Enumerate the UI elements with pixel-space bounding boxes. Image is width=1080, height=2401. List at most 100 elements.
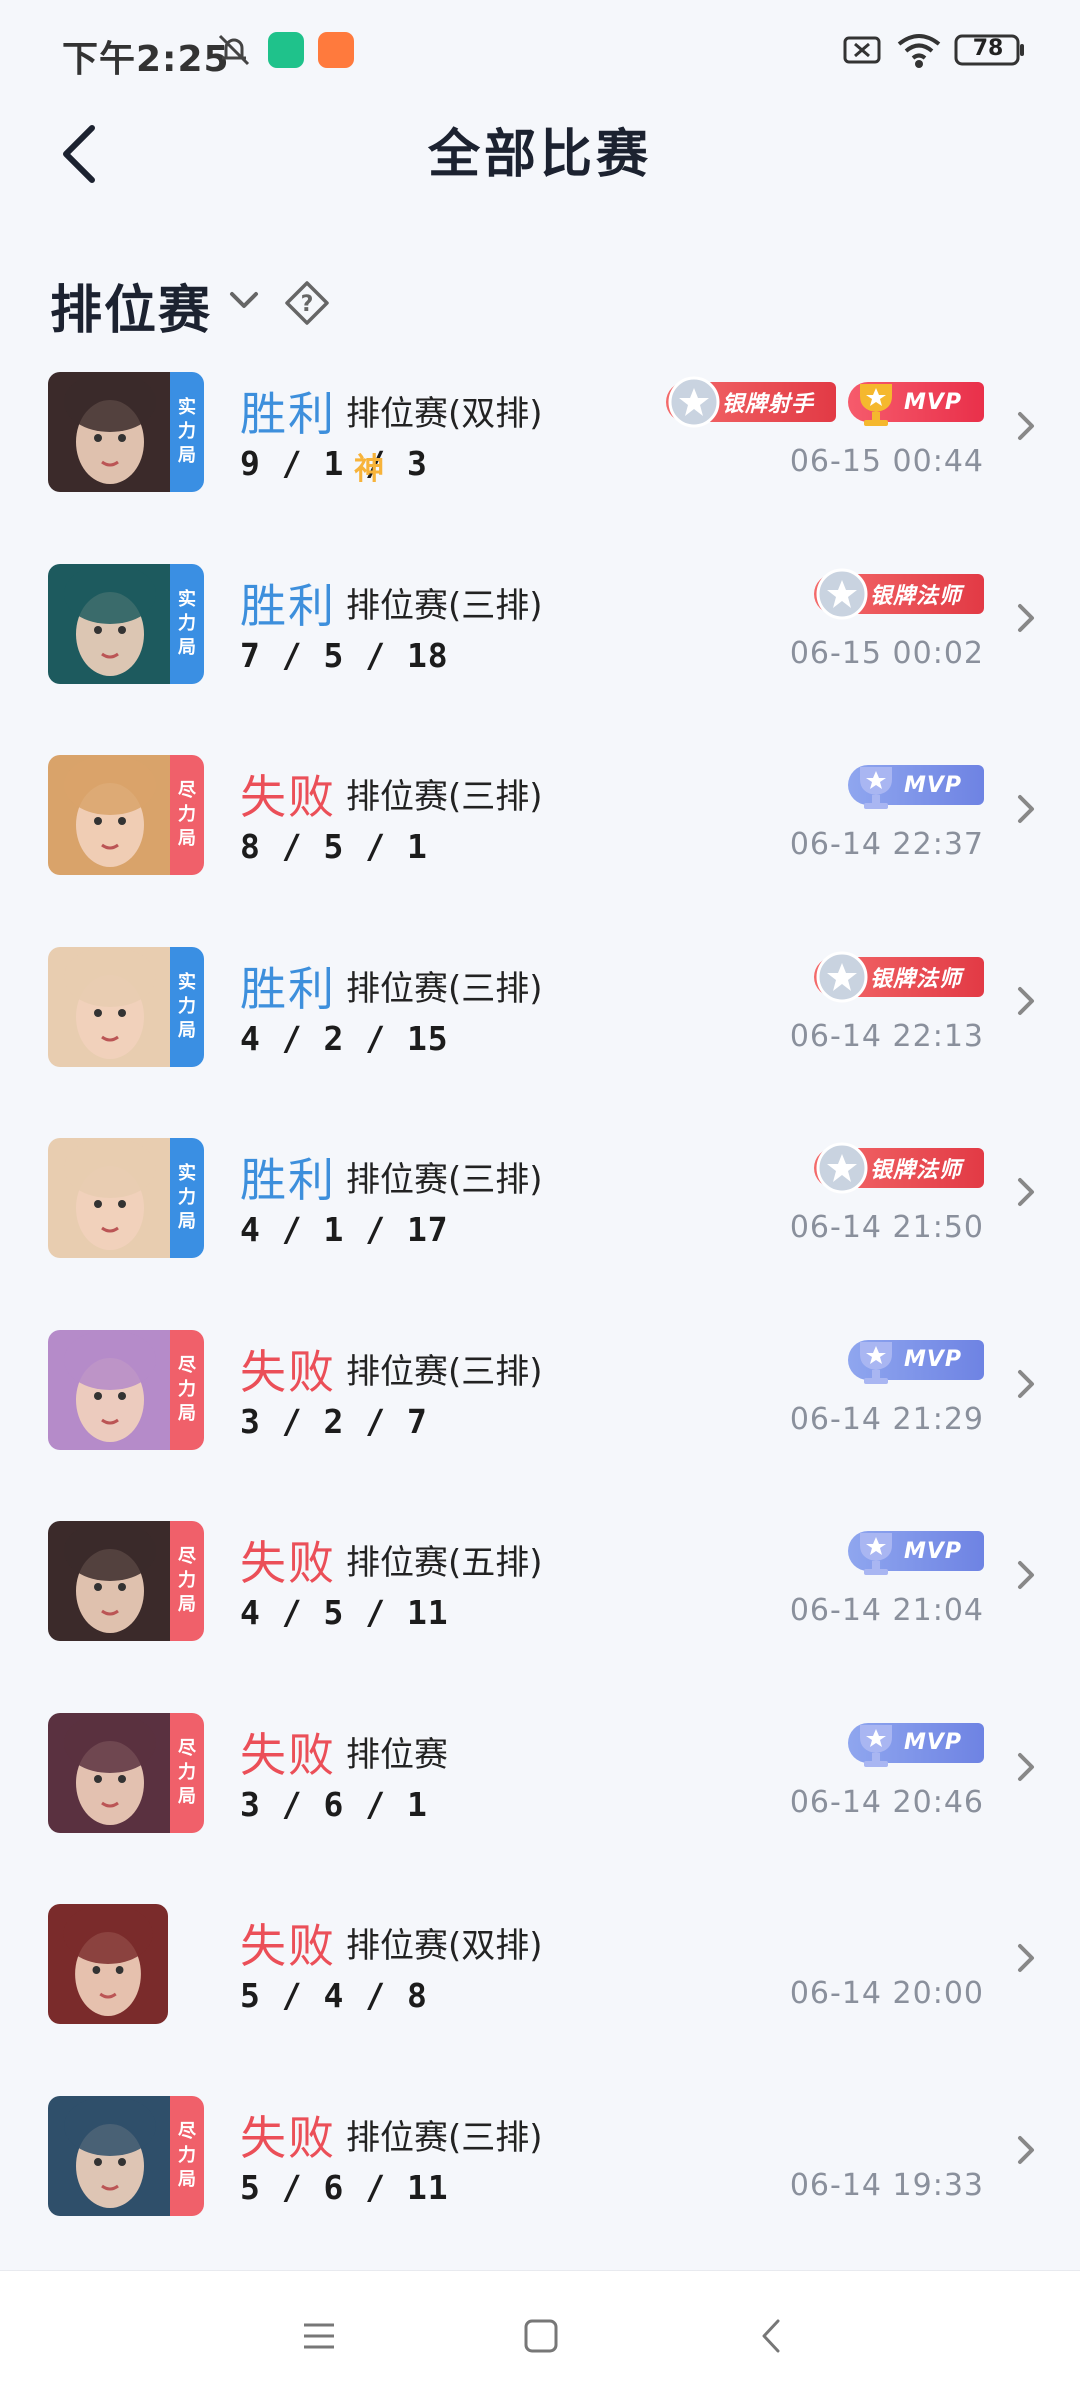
match-mode: 排位赛(双排) xyxy=(346,394,543,434)
badge-char: 尽 xyxy=(178,1546,196,1567)
match-row[interactable]: 尽力局 失败 排位赛(五排) 4 / 5 / 11 MVP 06-14 21:04 xyxy=(0,1489,1080,1679)
match-row[interactable]: 失败 排位赛(双排) 5 / 4 / 8 06-14 20:00 xyxy=(0,1872,1080,2062)
match-row[interactable]: 尽力局 失败 排位赛(三排) 3 / 2 / 7 MVP 06-14 21:29 xyxy=(0,1298,1080,1488)
match-type-badge: 实力局 xyxy=(170,563,204,684)
match-result: 胜利 xyxy=(240,1153,336,1207)
status-time: 下午2:25 xyxy=(62,39,230,80)
trophy-icon xyxy=(859,767,892,809)
badge-char: 实 xyxy=(178,971,196,993)
chevron-right-icon[interactable] xyxy=(1014,981,1040,1021)
match-type-badge: 尽力局 xyxy=(170,2095,204,2216)
battery-icon: 78 xyxy=(954,34,1026,66)
match-mode: 排位赛(三排) xyxy=(346,777,543,817)
help-diamond-icon[interactable]: ? xyxy=(284,280,330,326)
match-result: 失败 xyxy=(240,770,336,824)
honor-label: MVP xyxy=(903,389,962,415)
header: 全部比赛 xyxy=(0,104,1080,274)
bell-muted-icon xyxy=(218,34,250,66)
honor-label: MVP xyxy=(903,1347,962,1372)
back-triangle-icon[interactable] xyxy=(746,2311,796,2361)
chevron-right-icon[interactable] xyxy=(1014,598,1040,638)
svg-text:?: ? xyxy=(301,292,314,317)
menu-icon[interactable] xyxy=(294,2311,344,2361)
match-result: 失败 xyxy=(240,2110,336,2165)
badge-char: 力 xyxy=(178,612,196,634)
match-row[interactable]: 尽力局 失败 排位赛 3 / 6 / 1 MVP 06-14 20:46 xyxy=(0,1681,1080,1871)
match-row[interactable]: 实力局 胜利 排位赛(双排) 9 / 1 / 3 神 银牌射手 MVP 06-15 00:44 xyxy=(0,340,1080,530)
honor-label: 银牌射手 xyxy=(721,392,814,417)
system-nav-bar xyxy=(0,2270,1080,2401)
silver-honor-badge: 银牌法师 xyxy=(813,1142,984,1194)
filter-label[interactable]: 排位赛 xyxy=(50,268,212,343)
hero-avatar: 实力局 xyxy=(48,372,204,492)
honor-label: MVP xyxy=(903,1538,962,1564)
match-mode: 排位赛(三排) xyxy=(346,1160,543,1200)
chevron-right-icon[interactable] xyxy=(1014,789,1040,829)
chevron-right-icon[interactable] xyxy=(1014,1364,1040,1404)
hero-portrait-icon xyxy=(48,946,172,1067)
mvp-badge: MVP xyxy=(847,382,984,426)
match-time: 06-14 19:33 xyxy=(789,2167,984,2203)
match-result: 失败 xyxy=(240,1536,336,1590)
match-time: 06-14 20:46 xyxy=(789,1784,984,1820)
match-row[interactable]: 实力局 胜利 排位赛(三排) 4 / 2 / 15 银牌法师 06-14 22:13 xyxy=(0,915,1080,1105)
home-square-icon[interactable] xyxy=(516,2311,566,2361)
silver-honor-badge: 银牌射手 xyxy=(665,376,836,428)
silver-honor-badge: 银牌法师 xyxy=(813,568,984,619)
match-time: 06-15 00:02 xyxy=(789,635,984,671)
hero-portrait-icon xyxy=(48,1521,172,1641)
badge-char: 力 xyxy=(178,995,196,1017)
chevron-right-icon[interactable] xyxy=(1014,2130,1040,2170)
godlike-tag: 神 xyxy=(354,452,384,487)
hero-portrait-icon xyxy=(48,1329,172,1450)
chevron-right-icon[interactable] xyxy=(1014,1938,1040,1978)
honor-label: 银牌法师 xyxy=(869,966,962,992)
match-row[interactable]: 实力局 胜利 排位赛(三排) 7 / 5 / 18 银牌法师 06-15 00:02 xyxy=(0,532,1080,722)
match-mode: 排位赛(三排) xyxy=(346,1351,543,1392)
chevron-down-icon[interactable] xyxy=(226,286,262,316)
match-type-badge: 实力局 xyxy=(170,372,204,492)
chevron-right-icon[interactable] xyxy=(1014,406,1040,446)
match-time: 06-14 21:04 xyxy=(789,1593,984,1628)
silver-medal-icon xyxy=(816,568,868,619)
hero-portrait-icon xyxy=(48,1138,172,1258)
match-row[interactable]: 尽力局 失败 排位赛(三排) 8 / 5 / 1 MVP 06-14 22:37 xyxy=(0,723,1080,913)
badge-char: 局 xyxy=(178,1019,196,1041)
honor-badges: 银牌射手 MVP xyxy=(665,376,984,428)
badge-char: 局 xyxy=(178,1594,196,1615)
hero-avatar: 尽力局 xyxy=(48,2095,204,2216)
hero-portrait-icon xyxy=(48,1712,172,1833)
badge-char: 尽 xyxy=(178,780,196,801)
shop-app-icon xyxy=(318,32,354,68)
kda-score: 3 / 6 / 1 xyxy=(240,1784,428,1824)
badge-char: 局 xyxy=(178,636,196,658)
match-mode: 排位赛(三排) xyxy=(346,585,543,626)
chevron-right-icon[interactable] xyxy=(1014,1555,1040,1595)
trophy-icon xyxy=(859,384,892,426)
match-result: 失败 xyxy=(240,1727,336,1782)
match-result: 失败 xyxy=(240,1344,336,1399)
hero-avatar: 尽力局 xyxy=(48,1329,204,1450)
match-mode: 排位赛 xyxy=(346,1734,448,1775)
silver-medal-icon xyxy=(668,376,720,428)
honor-badges: MVP xyxy=(847,1339,984,1384)
match-mode: 排位赛(双排) xyxy=(346,1926,543,1966)
kda-score: 8 / 5 / 1 xyxy=(240,827,428,866)
chevron-right-icon[interactable] xyxy=(1014,1172,1040,1212)
match-time: 06-14 22:37 xyxy=(789,827,984,862)
match-row[interactable]: 尽力局 失败 排位赛(三排) 5 / 6 / 11 06-14 19:33 xyxy=(0,2064,1080,2254)
badge-char: 力 xyxy=(178,2144,196,2166)
match-type-badge: 尽力局 xyxy=(170,1329,204,1450)
kda-score: 7 / 5 / 18 xyxy=(240,635,449,675)
kda-score: 5 / 4 / 8 xyxy=(240,1976,428,2015)
badge-char: 实 xyxy=(178,397,196,418)
chevron-right-icon[interactable] xyxy=(1014,1747,1040,1787)
kda-score: 4 / 5 / 11 xyxy=(240,1593,449,1632)
hero-avatar: 尽力局 xyxy=(48,1521,204,1641)
match-result: 胜利 xyxy=(240,387,336,441)
badge-char: 力 xyxy=(178,1570,196,1591)
badge-char: 局 xyxy=(178,1785,196,1807)
match-type-badge: 尽力局 xyxy=(170,1712,204,1833)
match-mode: 排位赛(五排) xyxy=(346,1543,543,1583)
match-row[interactable]: 实力局 胜利 排位赛(三排) 4 / 1 / 17 银牌法师 06-14 21:50 xyxy=(0,1106,1080,1296)
